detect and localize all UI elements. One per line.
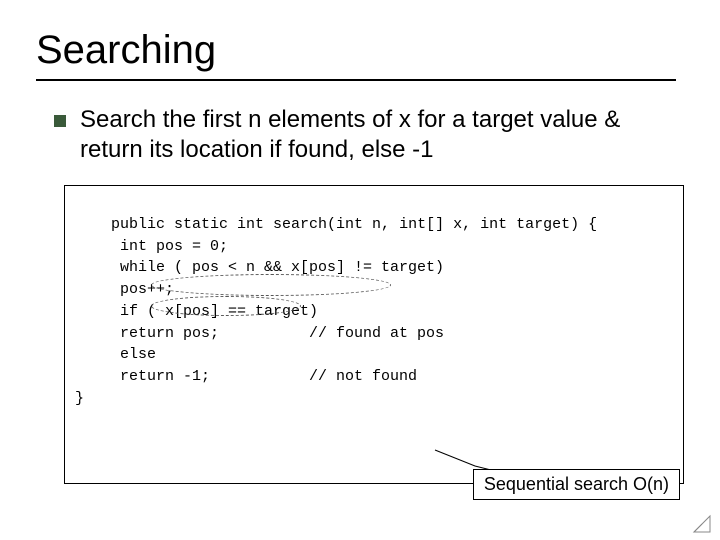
title-underline [36, 79, 676, 81]
callout-box: Sequential search O(n) [473, 469, 680, 500]
bullet-item: Search the first n elements of x for a t… [36, 105, 684, 165]
page-corner-icon [692, 514, 712, 534]
bullet-text: Search the first n elements of x for a t… [80, 105, 684, 165]
square-bullet-icon [54, 115, 66, 127]
slide-title: Searching [36, 28, 684, 73]
slide: Searching Search the first n elements of… [0, 0, 720, 484]
code-content: public static int search(int n, int[] x,… [75, 216, 597, 407]
highlight-oval-icon [151, 274, 391, 296]
code-block: public static int search(int n, int[] x,… [64, 185, 684, 484]
